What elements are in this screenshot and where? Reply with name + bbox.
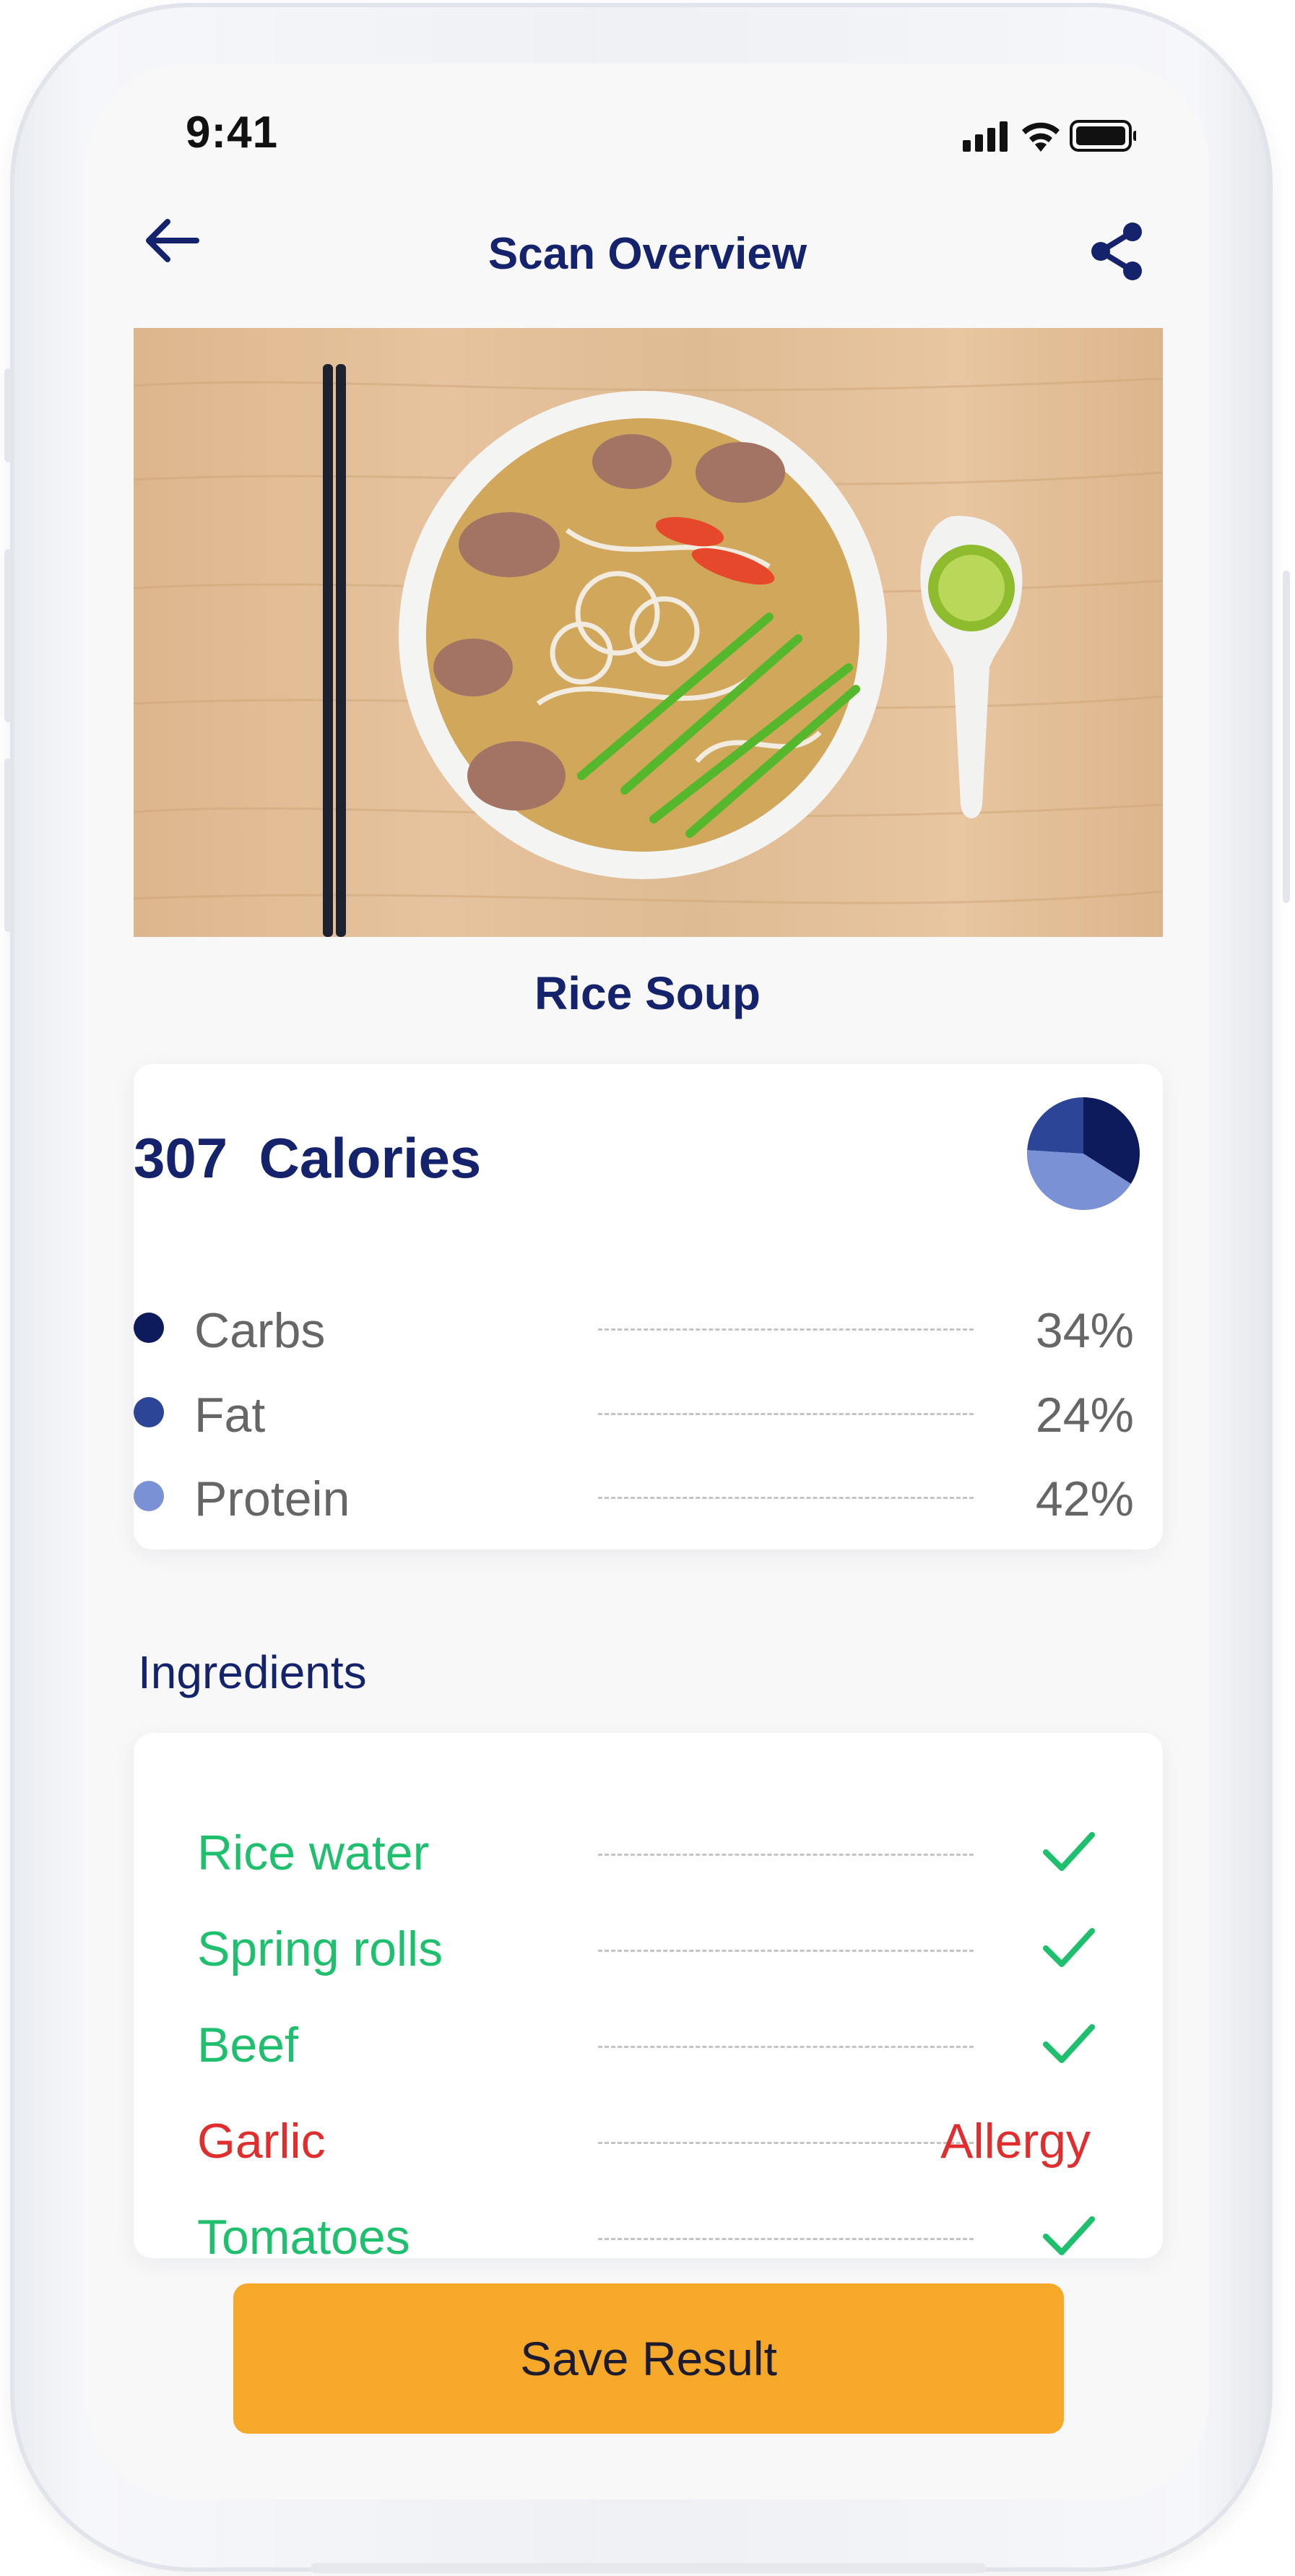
- macro-pie-chart: [1027, 1097, 1140, 1210]
- volume-down-button: [4, 758, 12, 932]
- food-photo: [134, 328, 1163, 937]
- page-title: Scan Overview: [488, 229, 807, 279]
- status-time: 9:41: [186, 108, 279, 157]
- checkmark-icon: [1043, 2216, 1095, 2255]
- macro-row-carbs: Carbs 34%: [134, 1295, 1163, 1360]
- battery-icon: [1070, 120, 1136, 152]
- calories-summary: 307 Calories: [134, 1125, 481, 1191]
- home-indicator: [311, 2563, 986, 2573]
- dish-name: Rice Soup: [534, 967, 761, 1019]
- divider: [598, 2142, 974, 2144]
- ingredient-label: Tomatoes: [197, 2210, 410, 2265]
- ingredient-label: Garlic: [197, 2114, 326, 2169]
- ingredient-row: Garlic Allergy: [134, 2103, 1163, 2175]
- power-button: [1283, 571, 1290, 903]
- macro-row-protein: Protein 42%: [134, 1464, 1163, 1529]
- app-screen: 9:41 Scan Overview Rice Soup 307 Calorie…: [86, 64, 1209, 2499]
- divider: [598, 1497, 974, 1499]
- spoon-with-lime: [920, 516, 1023, 818]
- divider: [598, 1950, 974, 1952]
- pie-slice-fat: [1027, 1097, 1083, 1154]
- ingredient-label: Spring rolls: [197, 1922, 443, 1976]
- divider: [598, 2238, 974, 2240]
- ingredients-heading: Ingredients: [138, 1646, 367, 1698]
- volume-up-button: [4, 549, 12, 722]
- divider: [598, 1854, 974, 1856]
- protein-dot: [134, 1481, 164, 1511]
- ingredient-row: Tomatoes: [134, 2199, 1163, 2271]
- macro-percent: 24%: [1035, 1388, 1134, 1443]
- calories-value: 307: [134, 1126, 228, 1190]
- save-result-button[interactable]: Save Result: [233, 2283, 1064, 2434]
- chopsticks: [323, 364, 346, 937]
- allergy-badge: Allergy: [940, 2114, 1091, 2169]
- ingredient-label: Rice water: [197, 1825, 430, 1880]
- checkmark-icon: [1043, 2024, 1095, 2063]
- divider: [598, 1328, 974, 1331]
- ingredient-row: Beef: [134, 2007, 1163, 2079]
- carbs-dot: [134, 1313, 164, 1343]
- macro-label: Fat: [194, 1388, 266, 1443]
- cellular-signal-icon: [963, 121, 1008, 152]
- checkmark-icon: [1043, 1832, 1095, 1871]
- macro-percent: 34%: [1035, 1303, 1134, 1358]
- divider: [598, 1413, 974, 1415]
- macro-label: Carbs: [194, 1303, 326, 1358]
- macro-row-fat: Fat 24%: [134, 1380, 1163, 1445]
- ingredient-row: Rice water: [134, 1815, 1163, 1887]
- fat-dot: [134, 1397, 164, 1427]
- share-icon[interactable]: [1085, 219, 1150, 284]
- macro-label: Protein: [194, 1471, 350, 1526]
- ingredients-card: [134, 1733, 1163, 2258]
- macro-percent: 42%: [1035, 1471, 1134, 1526]
- divider: [598, 2046, 974, 2048]
- calories-unit: Calories: [259, 1126, 482, 1190]
- wifi-icon: [1022, 122, 1060, 152]
- silent-switch: [4, 368, 12, 462]
- ingredient-row: Spring rolls: [134, 1911, 1163, 1983]
- status-icons: [963, 120, 1136, 152]
- ingredient-label: Beef: [197, 2018, 298, 2073]
- checkmark-icon: [1043, 1928, 1095, 1967]
